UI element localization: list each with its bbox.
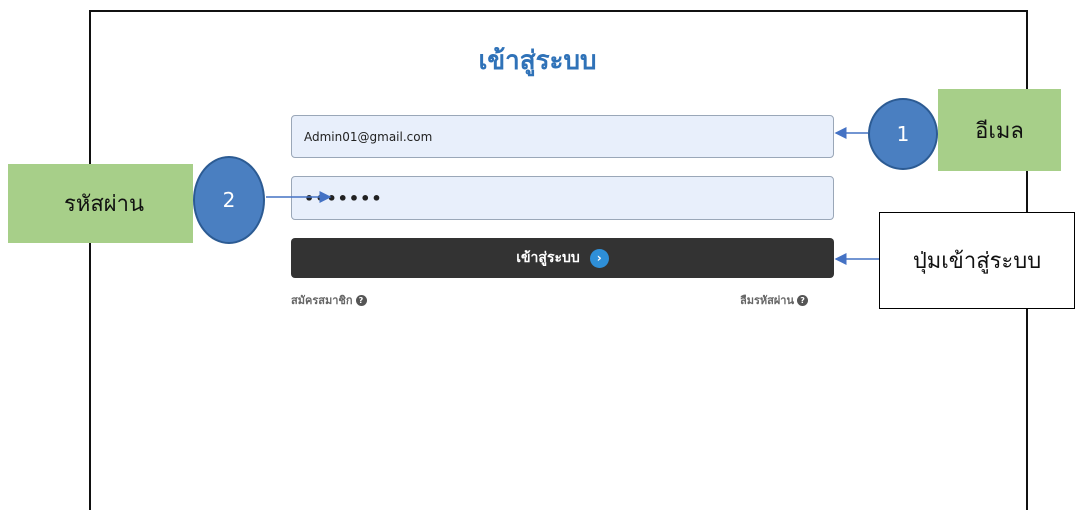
email-callout-number: 1 xyxy=(868,98,938,170)
forgot-password-label: ลืมรหัสผ่าน xyxy=(740,294,795,307)
question-circle-icon: ? xyxy=(797,294,809,306)
password-field[interactable]: ••••••• xyxy=(291,176,834,220)
chevron-right-circle-icon: › xyxy=(589,248,609,268)
password-callout-number: 2 xyxy=(193,156,265,244)
login-button-callout-label: ปุ่มเข้าสู่ระบบ xyxy=(912,249,1042,274)
email-callout-label: อีเมล xyxy=(975,118,1024,144)
login-button-callout: ปุ่มเข้าสู่ระบบ xyxy=(879,212,1075,309)
register-link-label: สมัครสมาชิก xyxy=(291,294,353,307)
question-circle-icon: ? xyxy=(355,294,367,306)
email-callout: อีเมล xyxy=(938,89,1061,171)
password-field-value: ••••••• xyxy=(304,188,383,208)
forgot-password-link[interactable]: ลืมรหัสผ่าน ? xyxy=(740,291,809,309)
email-field-value: Admin01@gmail.com xyxy=(304,129,433,144)
page-title: เข้าสู่ระบบ xyxy=(478,46,597,76)
register-link[interactable]: สมัครสมาชิก ? xyxy=(291,291,367,309)
password-callout: รหัสผ่าน xyxy=(8,164,193,243)
email-field[interactable]: Admin01@gmail.com xyxy=(291,115,834,158)
login-button[interactable]: เข้าสู่ระบบ › xyxy=(291,238,834,278)
login-button-label: เข้าสู่ระบบ xyxy=(516,250,580,266)
password-callout-label: รหัสผ่าน xyxy=(64,192,145,217)
